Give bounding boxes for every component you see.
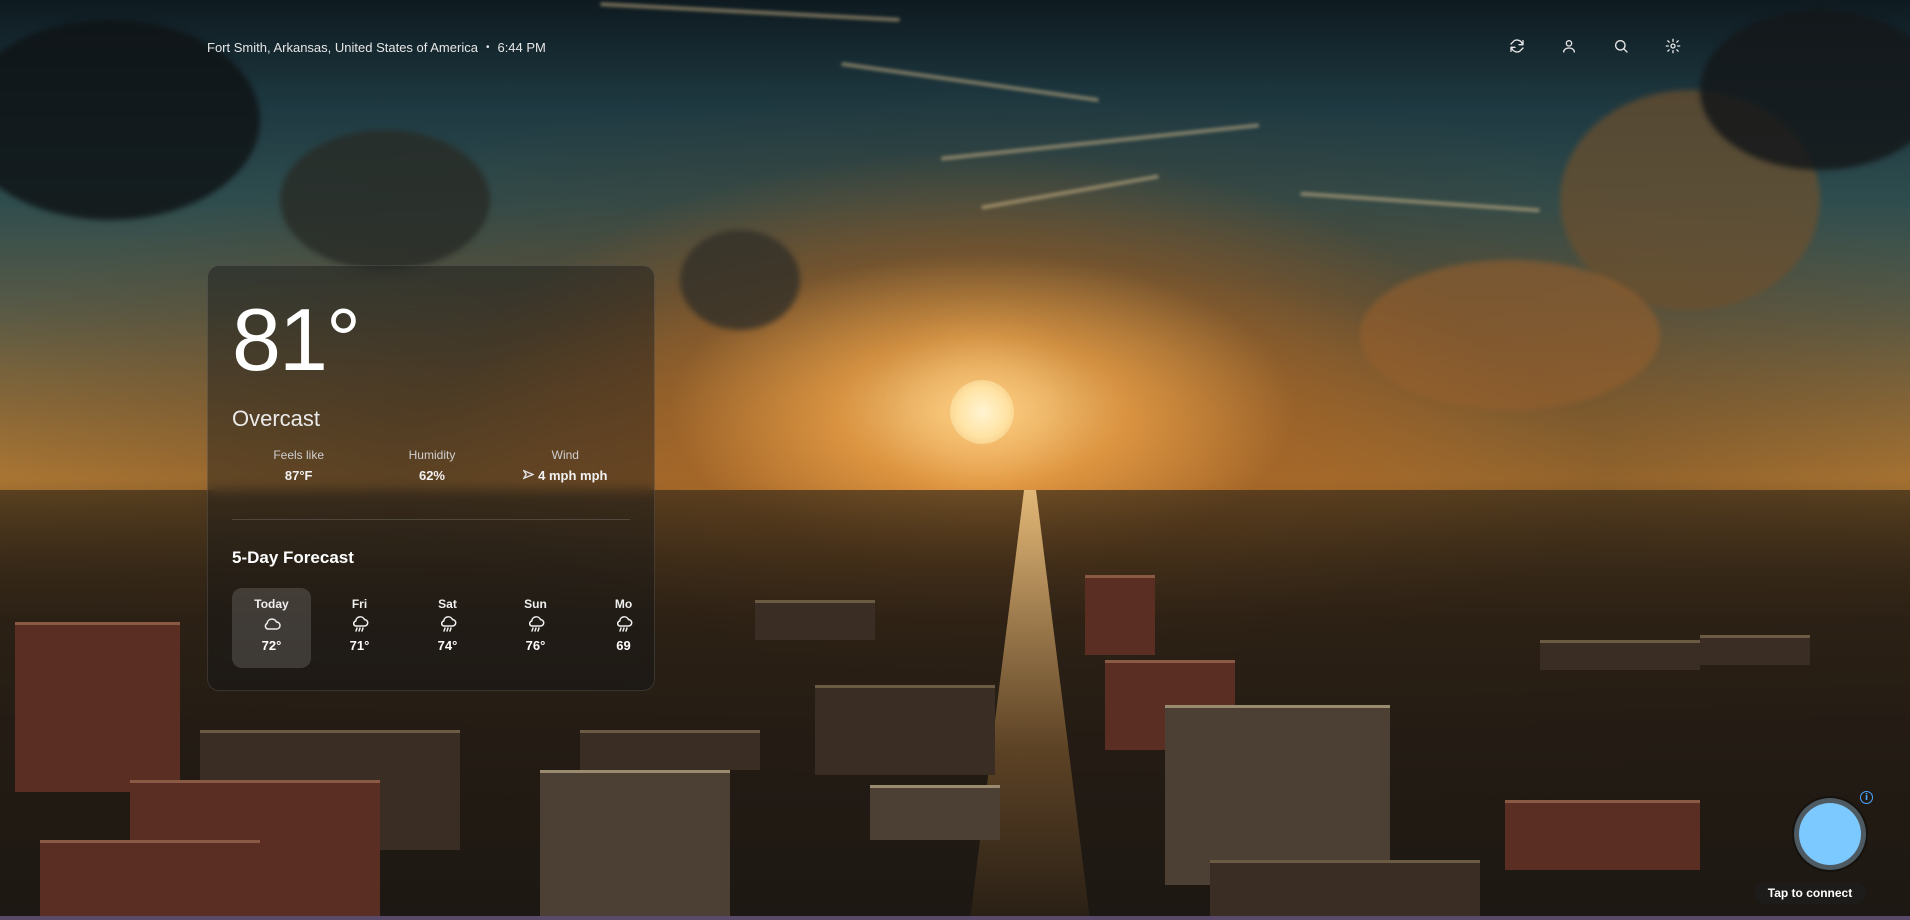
forecast-title: 5-Day Forecast (232, 548, 354, 567)
building (1085, 575, 1155, 655)
forecast-day-sat[interactable]: Sat 74° (408, 588, 487, 668)
current-temperature: 81° (232, 290, 361, 389)
building (40, 840, 260, 920)
forecast-temp: 76° (525, 638, 546, 653)
forecast-temp: 69 (616, 638, 631, 653)
toolbar (1507, 36, 1683, 56)
divider (232, 519, 630, 520)
wind-direction-icon (522, 468, 536, 483)
building (580, 730, 760, 770)
stat-label: Wind (551, 448, 579, 462)
separator-dot: • (485, 41, 490, 53)
stat-value-wrap: 62% (365, 468, 498, 483)
search-icon[interactable] (1611, 36, 1631, 56)
tap-to-connect-button[interactable]: Tap to connect (1754, 882, 1866, 904)
forecast-day-fri[interactable]: Fri 71° (320, 588, 399, 668)
forecast-day-name: Sat (438, 597, 457, 611)
refresh-icon[interactable] (1507, 36, 1527, 56)
rain-cloud-icon (526, 615, 546, 633)
forecast-day-mon[interactable]: Mo 69 (584, 588, 652, 668)
building (540, 770, 730, 920)
forecast-temp: 74° (437, 638, 458, 653)
weather-stats: Feels like 87°F Humidity 62% Wind 4 mph … (232, 448, 632, 483)
building (1540, 640, 1700, 670)
stat-humidity: Humidity 62% (365, 448, 498, 483)
forecast-day-name: Fri (351, 597, 368, 611)
rain-cloud-icon (350, 615, 370, 633)
building (1505, 800, 1700, 870)
stat-value-wrap: 4 mph mph (499, 468, 632, 483)
forecast-temp: 71° (349, 638, 370, 653)
cloud (680, 230, 800, 330)
stat-value: 87°F (284, 468, 313, 483)
stat-feels-like: Feels like 87°F (232, 448, 365, 483)
forecast-day-name: Mo (614, 597, 633, 611)
building (870, 785, 1000, 840)
stat-label: Humidity (408, 448, 456, 462)
sun (950, 380, 1014, 444)
forecast-day-sun[interactable]: Sun 76° (496, 588, 575, 668)
stat-wind: Wind 4 mph mph (499, 448, 632, 483)
info-icon[interactable]: i (1860, 791, 1873, 804)
building (15, 622, 180, 792)
rain-cloud-icon (438, 615, 458, 633)
cloud-icon (262, 615, 282, 633)
cloud (280, 130, 490, 270)
stat-label: Feels like (273, 448, 324, 462)
stat-value: 62% (418, 468, 445, 483)
location-name: Fort Smith, Arkansas, United States of A… (207, 39, 478, 55)
settings-icon[interactable] (1663, 36, 1683, 56)
local-time: 6:44 PM (497, 39, 546, 55)
location-bar: Fort Smith, Arkansas, United States of A… (207, 36, 546, 58)
forecast-temp: 72° (261, 638, 282, 653)
building (755, 600, 875, 640)
stat-value-wrap: 87°F (232, 468, 365, 483)
forecast-day-name: Sun (524, 597, 547, 611)
user-icon[interactable] (1559, 36, 1579, 56)
forecast-day-name: Today (254, 597, 289, 611)
rain-cloud-icon (614, 615, 634, 633)
bottom-edge (0, 916, 1910, 920)
building (1210, 860, 1480, 920)
building (815, 685, 995, 775)
stat-value: 4 mph mph (538, 468, 608, 483)
forecast-row: Today 72° Fri 71° Sat 74° Sun 76° Mo 69 (232, 588, 652, 668)
current-weather-card: 81° Overcast Feels like 87°F Humidity 62… (207, 265, 655, 691)
building (1700, 635, 1810, 665)
cloud (1360, 260, 1660, 410)
forecast-day-today[interactable]: Today 72° (232, 588, 311, 668)
building (1165, 705, 1390, 885)
current-condition: Overcast (232, 406, 321, 431)
connect-orb-button[interactable] (1794, 798, 1866, 870)
